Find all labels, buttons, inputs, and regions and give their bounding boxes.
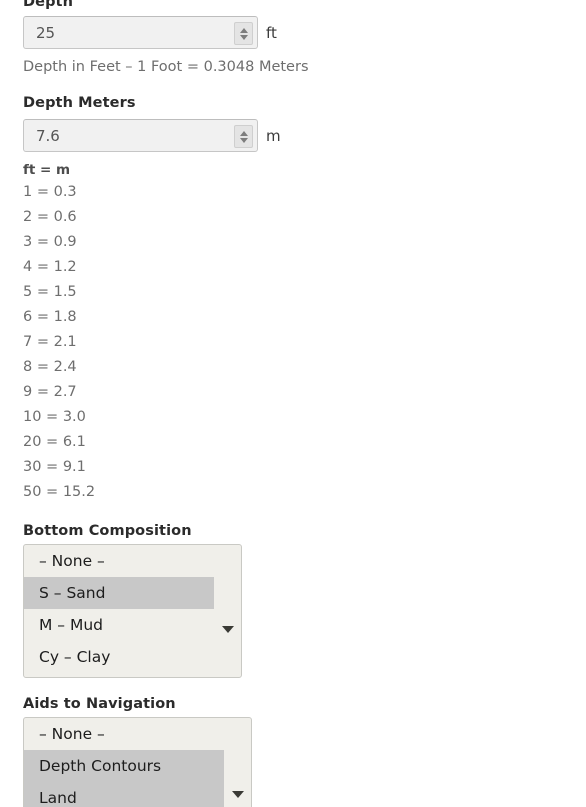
triangle-down-icon[interactable]	[232, 791, 244, 798]
depth-feet-input[interactable]	[24, 17, 224, 48]
depth-feet-label: Depth	[23, 0, 74, 10]
depth-feet-field-row: ft	[23, 16, 277, 49]
conversion-row: 20 = 6.1	[23, 434, 86, 450]
chevron-down-icon[interactable]	[239, 34, 248, 40]
option-item[interactable]: Depth Contours	[24, 750, 224, 782]
conversion-row: 4 = 1.2	[23, 259, 77, 275]
option-item[interactable]: Cy – Clay	[24, 641, 241, 673]
conversion-row: 5 = 1.5	[23, 284, 77, 300]
conversion-row: 6 = 1.8	[23, 309, 77, 325]
option-item[interactable]: S – Sand	[24, 577, 214, 609]
triangle-down-icon[interactable]	[222, 626, 234, 633]
option-item[interactable]: – None –	[24, 545, 241, 577]
aids-to-navigation-label: Aids to Navigation	[23, 696, 176, 712]
conversion-row: 10 = 3.0	[23, 409, 86, 425]
conversion-row: 8 = 2.4	[23, 359, 77, 375]
depth-meters-input[interactable]	[24, 120, 224, 151]
conversion-row: 30 = 9.1	[23, 459, 86, 475]
conversion-row: 7 = 2.1	[23, 334, 77, 350]
depth-meters-stepper-buttons[interactable]	[234, 125, 253, 148]
chevron-up-icon[interactable]	[239, 130, 248, 136]
chevron-up-icon[interactable]	[239, 27, 248, 33]
bottom-composition-select[interactable]: – None – S – Sand M – Mud Cy – Clay	[23, 544, 242, 678]
depth-meters-field-row: m	[23, 119, 281, 152]
option-item[interactable]: M – Mud	[24, 609, 241, 641]
option-item[interactable]: Land	[24, 782, 224, 807]
depth-meters-unit: m	[266, 126, 281, 145]
conversion-row: 9 = 2.7	[23, 384, 77, 400]
form-panel: Depth ft Depth in Feet – 1 Foot = 0.3048…	[0, 0, 586, 807]
conversion-row: 50 = 15.2	[23, 484, 96, 500]
conversion-table-header: ft = m	[23, 162, 71, 178]
conversion-row: 3 = 0.9	[23, 234, 77, 250]
conversion-table: ft = m 1 = 0.3 2 = 0.6 3 = 0.9 4 = 1.2 5 = 1…	[23, 161, 95, 505]
depth-feet-stepper[interactable]	[23, 16, 258, 49]
depth-feet-unit: ft	[266, 23, 277, 42]
depth-meters-stepper[interactable]	[23, 119, 258, 152]
option-item[interactable]: – None –	[24, 718, 251, 750]
depth-feet-label-wrap: Depth	[23, 0, 73, 11]
depth-feet-stepper-buttons[interactable]	[234, 22, 253, 45]
bottom-composition-label: Bottom Composition	[23, 523, 192, 539]
conversion-row: 2 = 0.6	[23, 209, 77, 225]
chevron-down-icon[interactable]	[239, 137, 248, 143]
depth-meters-label: Depth Meters	[23, 95, 136, 111]
conversion-table-rows: 1 = 0.3 2 = 0.6 3 = 0.9 4 = 1.2 5 = 1.5 6 = 1…	[23, 180, 95, 505]
aids-to-navigation-select[interactable]: – None – Depth Contours Land	[23, 717, 252, 807]
conversion-row: 1 = 0.3	[23, 184, 77, 200]
depth-feet-hint: Depth in Feet – 1 Foot = 0.3048 Meters	[23, 59, 309, 75]
